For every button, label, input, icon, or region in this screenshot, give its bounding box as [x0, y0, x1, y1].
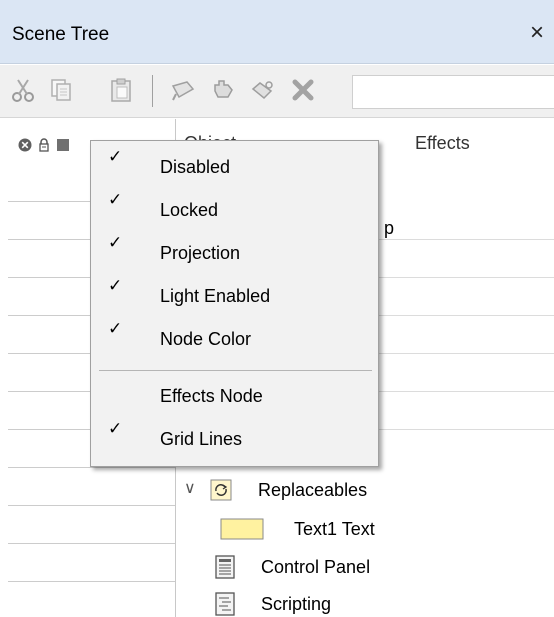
checkmark-icon: ✓: [108, 276, 123, 295]
tag-icon[interactable]: [170, 77, 196, 103]
menu-separator: [99, 370, 372, 371]
menu-item-label: Effects Node: [160, 386, 263, 406]
menu-item-label: Light Enabled: [160, 286, 271, 306]
menu-item-grid-lines[interactable]: ✓ Grid Lines: [91, 417, 378, 460]
toolbar-separator: [152, 75, 153, 107]
row-divider: [8, 467, 175, 468]
menu-item-light-enabled[interactable]: ✓ Light Enabled: [91, 274, 378, 317]
move-icon[interactable]: [210, 77, 236, 103]
copy-icon[interactable]: [48, 77, 74, 103]
chevron-down-icon[interactable]: ∨: [184, 478, 196, 498]
projection-column-icon[interactable]: [56, 138, 70, 152]
panel-titlebar: Scene Tree ×: [0, 0, 554, 64]
text-swatch-icon: [220, 518, 264, 540]
menu-item-label: Disabled: [160, 157, 231, 177]
column-context-menu: ✓ Disabled ✓ Locked ✓ Projection ✓ Light…: [90, 140, 379, 467]
close-icon[interactable]: ×: [530, 19, 544, 47]
checkmark-icon: ✓: [108, 419, 123, 438]
scissors-icon[interactable]: [10, 77, 36, 103]
panel-title: Scene Tree: [12, 24, 110, 45]
checkmark-icon: ✓: [108, 319, 123, 338]
menu-item-label: Node Color: [160, 329, 252, 349]
menu-item-effects-node[interactable]: Effects Node: [91, 374, 378, 417]
effects-column-header[interactable]: Effects: [415, 133, 470, 154]
row-divider: [8, 543, 175, 544]
tree-node-control-panel[interactable]: Control Panel: [176, 548, 554, 586]
control-panel-icon: [215, 555, 235, 579]
tree-node-replaceables[interactable]: ∨ Replaceables: [176, 472, 554, 510]
lock-column-icon[interactable]: [37, 138, 51, 152]
tree-node-label: Scripting: [261, 594, 332, 614]
checkmark-icon: ✓: [108, 190, 123, 209]
row-divider: [8, 505, 175, 506]
toolbar: [0, 65, 554, 118]
partially-hidden-node-label: p: [384, 218, 395, 238]
tree-node-label: Replaceables: [258, 480, 368, 500]
menu-item-label: Projection: [160, 243, 241, 263]
tree-node-text1[interactable]: Text1 Text: [176, 510, 554, 548]
replaceables-icon: [210, 479, 232, 501]
menu-item-label: Grid Lines: [160, 429, 243, 449]
disabled-column-icon[interactable]: [18, 138, 32, 152]
menu-item-disabled[interactable]: ✓ Disabled: [91, 145, 378, 188]
tree-node-scripting[interactable]: Scripting: [176, 586, 554, 617]
menu-item-node-color[interactable]: ✓ Node Color: [91, 317, 378, 360]
checkmark-icon: ✓: [108, 233, 123, 252]
toolbar-search-field[interactable]: [352, 75, 554, 109]
scripting-icon: [215, 592, 235, 616]
row-divider: [8, 581, 175, 582]
tree-node-label: Text1 Text: [294, 519, 375, 539]
menu-item-label: Locked: [160, 200, 219, 220]
delete-icon[interactable]: [290, 77, 316, 103]
link-icon[interactable]: [250, 77, 276, 103]
menu-item-projection[interactable]: ✓ Projection: [91, 231, 378, 274]
checkmark-icon: ✓: [108, 147, 123, 166]
tree-node-label: Control Panel: [261, 557, 371, 577]
paste-icon[interactable]: [108, 77, 134, 103]
menu-item-locked[interactable]: ✓ Locked: [91, 188, 378, 231]
